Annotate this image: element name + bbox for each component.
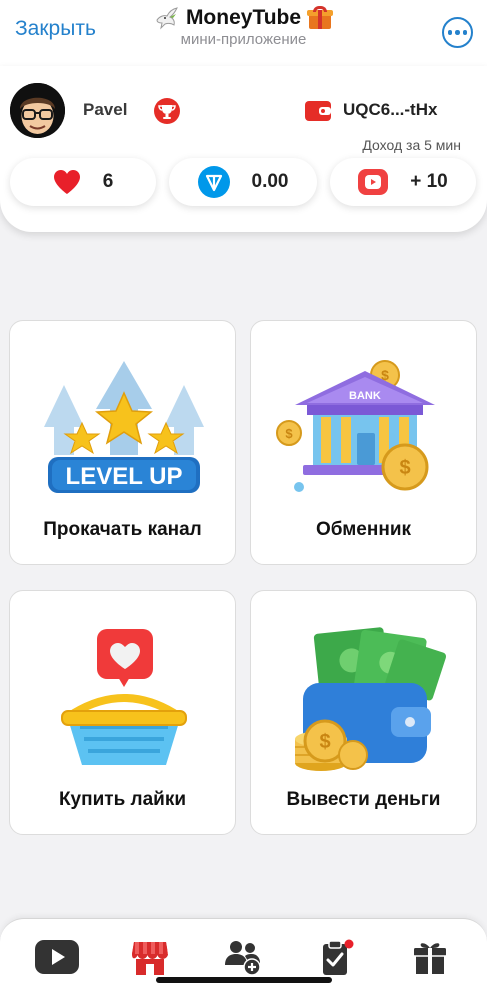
buy-likes-card[interactable]: Купить лайки <box>9 590 236 835</box>
bank-text: BANK <box>349 390 381 402</box>
avatar[interactable] <box>10 83 65 138</box>
nav-youtube[interactable] <box>32 939 82 983</box>
card-label: Прокачать канал <box>43 519 202 540</box>
gift-icon <box>307 6 334 30</box>
dove-icon <box>156 7 178 30</box>
trophy-icon[interactable] <box>154 98 180 124</box>
svg-text:$: $ <box>319 731 330 753</box>
top-bar: Закрыть MoneyTube мини-приложение <box>0 0 487 66</box>
gift-icon <box>414 943 446 974</box>
ton-value: 0.00 <box>251 171 289 192</box>
bank-icon: $ BANK $ $ <box>276 360 435 492</box>
youtube-icon <box>35 940 79 974</box>
heart-icon <box>53 170 80 194</box>
exchange-card[interactable]: $ BANK $ $ Обменник <box>250 320 477 565</box>
card-label: Вывести деньги <box>286 789 441 810</box>
notification-dot <box>344 939 354 949</box>
level-up-icon: LEVEL UP <box>44 361 204 493</box>
app-title: MoneyTube <box>185 6 302 29</box>
memoji-icon <box>10 83 65 138</box>
wallet-id: UQC6...-tHx <box>343 100 438 119</box>
username: Pavel <box>83 100 128 119</box>
likes-balance[interactable]: 6 <box>10 158 156 206</box>
level-up-text: LEVEL UP <box>66 463 183 490</box>
wallet-address[interactable]: UQC6...-tHx <box>305 99 437 121</box>
add-friends-icon <box>225 941 261 976</box>
basket-heart-icon <box>61 629 187 765</box>
tasks-icon <box>323 939 354 975</box>
income-label: Доход за 5 мин <box>362 137 461 153</box>
nav-gift[interactable] <box>405 939 455 983</box>
income-value: + 10 <box>410 171 448 192</box>
more-icon <box>447 30 453 35</box>
shop-icon <box>132 942 168 975</box>
app-title-block: MoneyTube мини-приложение <box>110 6 377 48</box>
wallet-icon <box>305 101 331 121</box>
ton-icon <box>197 166 230 198</box>
income-balance[interactable]: + 10 <box>330 158 476 206</box>
svg-text:$: $ <box>285 426 293 441</box>
wallet-money-icon: $ <box>295 627 447 771</box>
svg-text:$: $ <box>399 457 410 479</box>
profile-card: Pavel UQC6...-tHx Доход за 5 мин 6 0.00 <box>0 66 487 232</box>
more-button[interactable] <box>442 17 473 48</box>
card-label: Купить лайки <box>58 789 187 810</box>
app-subtitle: мини-приложение <box>180 31 307 48</box>
card-label: Обменник <box>315 519 412 540</box>
withdraw-card[interactable]: $ Вывести деньги <box>250 590 477 835</box>
likes-value: 6 <box>102 171 114 192</box>
ton-balance[interactable]: 0.00 <box>169 158 317 206</box>
youtube-icon <box>358 169 389 195</box>
home-indicator <box>156 977 332 983</box>
boost-channel-card[interactable]: LEVEL UP Прокачать канал <box>9 320 236 565</box>
close-button[interactable]: Закрыть <box>15 17 96 41</box>
